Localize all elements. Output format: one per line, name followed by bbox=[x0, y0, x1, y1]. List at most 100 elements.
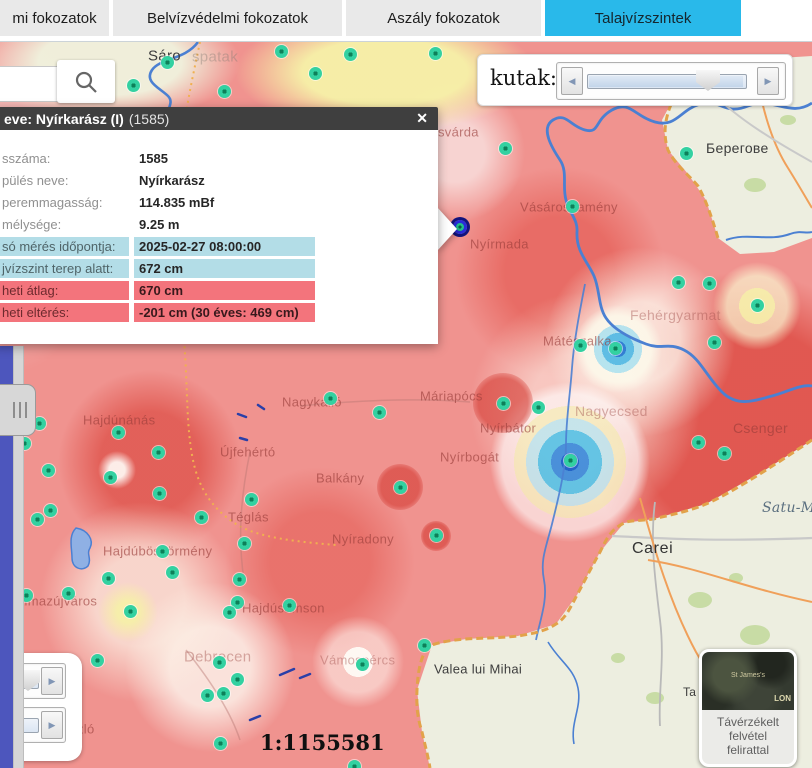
well-marker[interactable] bbox=[214, 737, 227, 750]
basemap-switcher[interactable]: St James's LON Távérzékelt felvétel feli… bbox=[699, 649, 797, 767]
popup-row: heti átlag:670 cm bbox=[0, 280, 438, 300]
tab-talajvizszintek[interactable]: Talajvízszintek bbox=[545, 0, 741, 36]
well-marker[interactable] bbox=[532, 401, 545, 414]
well-marker[interactable] bbox=[213, 656, 226, 669]
popup-row: mélysége:9.25 m bbox=[0, 214, 438, 234]
well-marker[interactable] bbox=[609, 342, 622, 355]
well-info-popup: eve: Nyírkarász (I) (1585) ✕ sszáma:1585… bbox=[0, 107, 438, 344]
popup-row-value: 1585 bbox=[134, 149, 315, 168]
well-marker[interactable] bbox=[231, 673, 244, 686]
basemap-switcher-caption: Távérzékelt felvétel felirattal bbox=[702, 710, 794, 757]
well-marker[interactable] bbox=[44, 504, 57, 517]
thumbnail-label: LON bbox=[774, 694, 791, 703]
wells-slider-thumb[interactable] bbox=[696, 70, 720, 91]
close-icon[interactable]: ✕ bbox=[416, 110, 428, 127]
tab-belvizvedelmi[interactable]: Belvízvédelmi fokozatok bbox=[113, 0, 342, 36]
well-marker[interactable] bbox=[195, 511, 208, 524]
town-label: Nyírbogát bbox=[440, 450, 499, 465]
popup-header: eve: Nyírkarász (I) (1585) ✕ bbox=[0, 107, 438, 130]
well-marker[interactable] bbox=[104, 471, 117, 484]
well-marker[interactable] bbox=[112, 426, 125, 439]
well-marker[interactable] bbox=[418, 639, 431, 652]
well-marker[interactable] bbox=[751, 299, 764, 312]
tab-arvizvedelmi[interactable]: mi fokozatok bbox=[0, 0, 109, 36]
well-marker[interactable] bbox=[703, 277, 716, 290]
town-label: Máriapócs bbox=[420, 389, 483, 404]
well-marker[interactable] bbox=[680, 147, 693, 160]
forest-patch bbox=[611, 653, 625, 663]
well-marker[interactable] bbox=[708, 336, 721, 349]
town-label: Берегове bbox=[706, 140, 769, 156]
tab-label: Belvízvédelmi fokozatok bbox=[147, 10, 308, 27]
well-marker[interactable] bbox=[309, 67, 322, 80]
wells-slider-track[interactable] bbox=[587, 74, 747, 89]
popup-row-value: -201 cm (30 éves: 469 cm) bbox=[134, 303, 315, 322]
town-label: Nyíradony bbox=[332, 532, 394, 547]
slider-left-arrow[interactable]: ◀ bbox=[561, 67, 583, 95]
well-marker[interactable] bbox=[429, 47, 442, 60]
well-marker[interactable] bbox=[373, 406, 386, 419]
well-marker[interactable] bbox=[152, 446, 165, 459]
well-marker[interactable] bbox=[394, 481, 407, 494]
well-marker[interactable] bbox=[692, 436, 705, 449]
well-marker[interactable] bbox=[161, 56, 174, 69]
well-marker[interactable] bbox=[62, 587, 75, 600]
well-marker[interactable] bbox=[430, 529, 443, 542]
well-marker[interactable] bbox=[223, 606, 236, 619]
town-label: Téglás bbox=[228, 510, 269, 525]
well-marker[interactable] bbox=[564, 454, 577, 467]
well-marker[interactable] bbox=[672, 276, 685, 289]
popup-row-label: pülés neve: bbox=[0, 171, 129, 190]
well-marker[interactable] bbox=[217, 687, 230, 700]
well-marker[interactable] bbox=[201, 689, 214, 702]
tab-aszaly[interactable]: Aszály fokozatok bbox=[346, 0, 541, 36]
well-marker[interactable] bbox=[283, 599, 296, 612]
slider-right-arrow[interactable]: ▶ bbox=[41, 667, 63, 695]
popup-row: heti eltérés:-201 cm (30 éves: 469 cm) bbox=[0, 302, 438, 322]
well-marker[interactable] bbox=[124, 605, 137, 618]
forest-patch bbox=[744, 178, 766, 192]
slider-right-arrow[interactable]: ▶ bbox=[41, 711, 63, 739]
panel-resize-handle[interactable] bbox=[0, 384, 36, 436]
well-marker[interactable] bbox=[127, 79, 140, 92]
well-marker[interactable] bbox=[31, 513, 44, 526]
well-marker[interactable] bbox=[233, 573, 246, 586]
well-marker[interactable] bbox=[156, 545, 169, 558]
well-marker[interactable] bbox=[218, 85, 231, 98]
slider-right-arrow[interactable]: ▶ bbox=[757, 67, 779, 95]
well-marker[interactable] bbox=[153, 487, 166, 500]
popup-row: sszáma:1585 bbox=[0, 148, 438, 168]
well-marker[interactable] bbox=[102, 572, 115, 585]
town-label: Fehérgyarmat bbox=[630, 307, 721, 323]
town-label: Nyírbátor bbox=[480, 421, 536, 436]
mode-tabbar: mi fokozatok Belvízvédelmi fokozatok Asz… bbox=[0, 0, 812, 42]
well-marker[interactable] bbox=[499, 142, 512, 155]
well-marker[interactable] bbox=[348, 760, 361, 768]
town-label: Nyírmada bbox=[470, 237, 529, 252]
well-marker[interactable] bbox=[275, 45, 288, 58]
well-marker[interactable] bbox=[497, 397, 510, 410]
search-input[interactable] bbox=[0, 66, 60, 102]
tab-label: Aszály fokozatok bbox=[387, 10, 500, 27]
well-marker[interactable] bbox=[356, 658, 369, 671]
popup-pointer bbox=[437, 207, 457, 251]
well-marker[interactable] bbox=[718, 447, 731, 460]
forest-patch bbox=[780, 115, 796, 125]
town-label: Ta bbox=[683, 685, 696, 699]
well-marker[interactable] bbox=[42, 464, 55, 477]
well-marker[interactable] bbox=[324, 392, 337, 405]
search-button[interactable] bbox=[57, 60, 115, 103]
popup-row-label: só mérés időpontja: bbox=[0, 237, 129, 256]
well-marker[interactable] bbox=[566, 200, 579, 213]
wells-slider-panel: kutak: ◀ ▶ bbox=[477, 54, 793, 106]
town-label: spatak bbox=[192, 49, 238, 66]
popup-row: peremmagasság:114.835 mBf bbox=[0, 192, 438, 212]
well-marker[interactable] bbox=[245, 493, 258, 506]
well-marker[interactable] bbox=[574, 339, 587, 352]
well-marker[interactable] bbox=[344, 48, 357, 61]
thumbnail-label: St James's bbox=[731, 672, 765, 679]
well-marker[interactable] bbox=[91, 654, 104, 667]
well-marker[interactable] bbox=[238, 537, 251, 550]
well-marker[interactable] bbox=[166, 566, 179, 579]
grip-icon bbox=[13, 402, 27, 418]
